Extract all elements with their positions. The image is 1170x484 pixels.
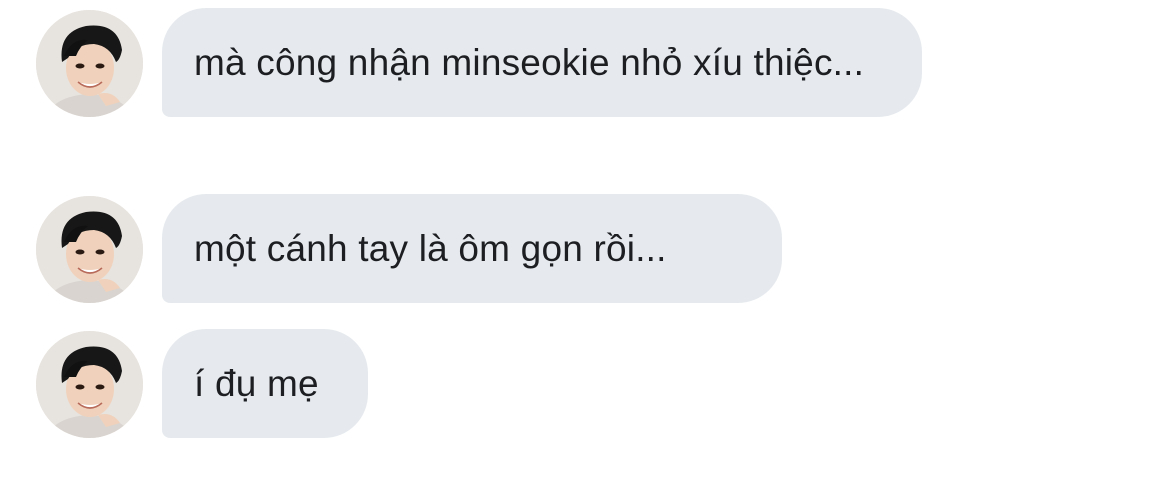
avatar[interactable] bbox=[36, 331, 143, 438]
message-thread: mà công nhận minseokie nhỏ xíu thiệc... … bbox=[0, 0, 1170, 484]
avatar-photo-icon bbox=[36, 196, 143, 303]
message-row: mà công nhận minseokie nhỏ xíu thiệc... bbox=[36, 8, 922, 117]
avatar-photo-icon bbox=[36, 10, 143, 117]
message-bubble[interactable]: í đụ mẹ bbox=[162, 329, 368, 438]
avatar[interactable] bbox=[36, 10, 143, 117]
avatar[interactable] bbox=[36, 196, 143, 303]
message-row: í đụ mẹ bbox=[36, 329, 368, 438]
message-bubble[interactable]: một cánh tay là ôm gọn rồi... bbox=[162, 194, 782, 303]
avatar-photo-icon bbox=[36, 331, 143, 438]
message-bubble[interactable]: mà công nhận minseokie nhỏ xíu thiệc... bbox=[162, 8, 922, 117]
message-row: một cánh tay là ôm gọn rồi... bbox=[36, 194, 782, 303]
